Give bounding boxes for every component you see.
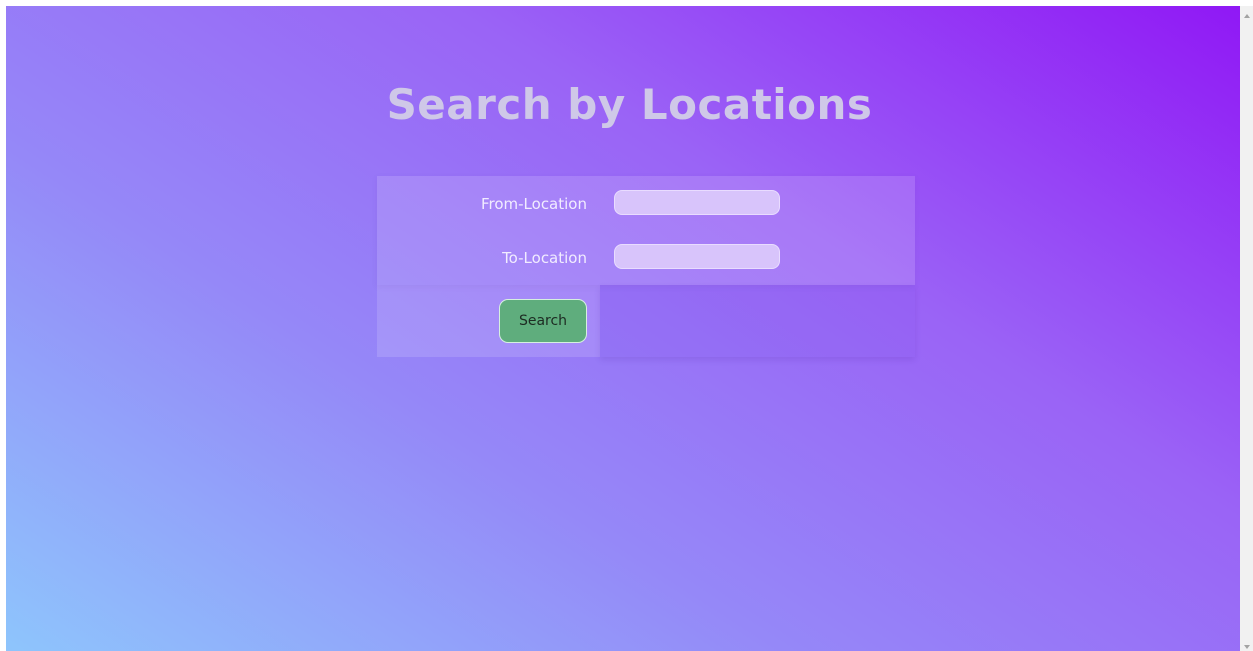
search-button[interactable]: Search	[499, 299, 587, 343]
page-viewport: Search by Locations From-Location To-Loc…	[6, 6, 1240, 651]
from-location-input[interactable]	[614, 190, 780, 215]
to-location-label: To-Location	[502, 249, 587, 267]
location-search-form: From-Location To-Location Search	[377, 176, 915, 357]
vertical-scrollbar[interactable]	[1240, 6, 1253, 651]
empty-cell	[600, 285, 915, 357]
to-location-input[interactable]	[614, 244, 780, 269]
scroll-up-arrow-icon[interactable]	[1244, 14, 1250, 18]
from-location-label: From-Location	[480, 195, 587, 213]
scroll-down-arrow-icon[interactable]	[1244, 645, 1250, 649]
page-title: Search by Locations	[386, 80, 873, 129]
